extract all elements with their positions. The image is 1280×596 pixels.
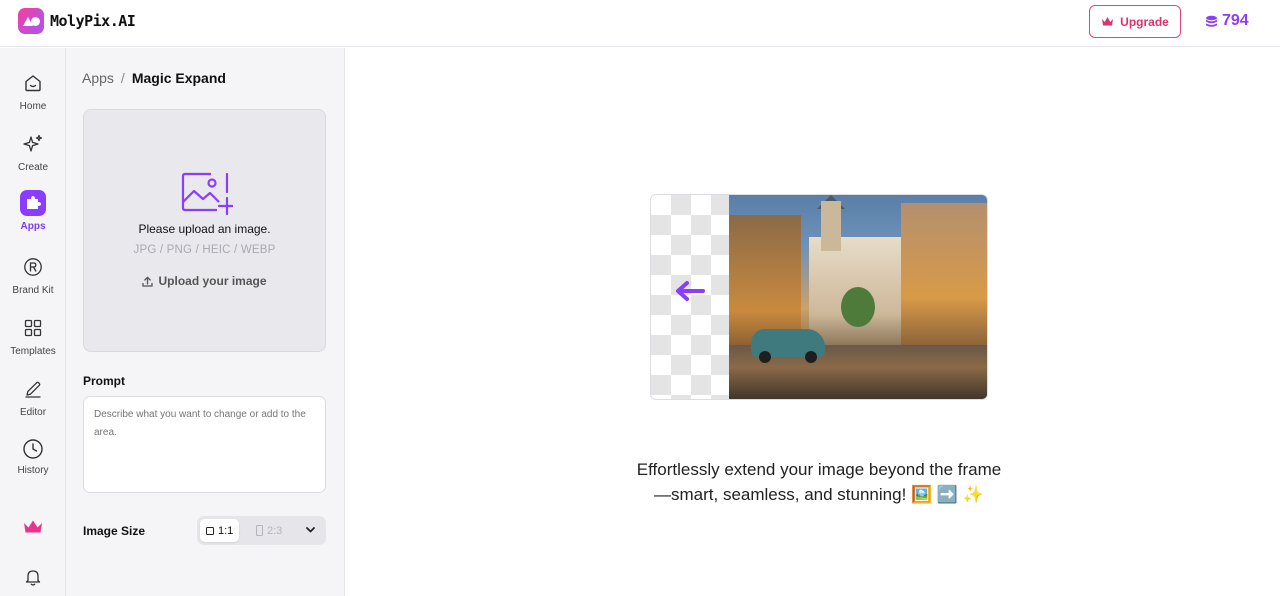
breadcrumb: Apps / Magic Expand [82,70,226,86]
image-size-selector[interactable]: 1:1 2:3 [197,516,326,545]
tool-panel: Apps / Magic Expand Please upload an ima… [66,48,345,596]
nav-editor[interactable]: Editor [0,376,66,418]
nav-home-label: Home [19,101,47,112]
nav-apps-label: Apps [20,221,46,232]
prompt-input[interactable] [83,396,326,493]
bell-icon [20,564,46,590]
sparkles-icon [20,131,46,157]
arrow-left-icon [676,281,705,301]
nav-editor-label: Editor [19,407,47,418]
nav-brand-kit-label: Brand Kit [12,285,54,296]
upload-dropzone[interactable]: Please upload an image. JPG / PNG / HEIC… [83,109,326,352]
credits-balance[interactable]: 794 [1205,12,1249,30]
example-preview-image [650,194,988,400]
nav-history-label: History [17,465,49,476]
portrait-rect-icon [256,525,263,536]
grid-icon [20,315,46,341]
size-option-2-3-label: 2:3 [267,524,283,537]
home-icon [20,70,46,96]
nav-notifications[interactable] [0,564,66,590]
upgrade-button[interactable]: Upgrade [1089,5,1181,38]
size-option-1-1[interactable]: 1:1 [200,519,240,542]
logo-mark-icon [18,8,44,34]
breadcrumb-separator: / [120,70,125,86]
crown-icon [1102,17,1114,26]
nav-create[interactable]: Create [0,131,66,173]
nav-create-label: Create [17,162,48,173]
upload-title: Please upload an image. [138,222,271,236]
brand-logo[interactable]: MolyPix.AI [18,8,136,34]
nav-apps[interactable]: Apps [0,190,66,232]
registered-icon [20,254,46,280]
upload-icon [142,276,154,287]
size-option-2-3[interactable]: 2:3 [250,519,288,542]
pencil-icon [20,376,46,402]
size-option-1-1-label: 1:1 [218,524,234,537]
image-add-icon [181,172,233,216]
crown-icon [20,514,46,540]
nav-templates-label: Templates [10,346,56,357]
upload-image-button[interactable]: Upload your image [84,274,325,288]
upload-link-label: Upload your image [158,274,267,288]
upgrade-label: Upgrade [1120,14,1169,29]
nav-home[interactable]: Home [0,70,66,112]
clock-icon [20,438,46,460]
credits-count: 794 [1222,12,1249,29]
coins-icon [1206,15,1217,27]
preview-area: Effortlessly extend your image beyond th… [346,48,1280,596]
brand-name: MolyPix.AI [50,12,136,30]
square-icon [206,526,214,535]
page-title: Magic Expand [131,70,226,86]
upload-formats: JPG / PNG / HEIC / WEBP [133,244,276,256]
nav-brand-kit[interactable]: Brand Kit [0,254,66,296]
puzzle-icon [20,190,46,216]
top-header: MolyPix.AI Upgrade 794 [0,0,1280,47]
image-size-label: Image Size [83,524,146,538]
street-scene-photo [729,195,987,399]
feature-description: Effortlessly extend your image beyond th… [636,460,1002,504]
nav-templates[interactable]: Templates [0,315,66,357]
nav-history[interactable]: History [0,438,66,476]
prompt-label: Prompt [83,374,125,388]
chevron-down-icon[interactable] [305,524,316,535]
breadcrumb-apps[interactable]: Apps [82,70,114,86]
nav-rail: Home Create Apps Brand Kit Templates Edi… [0,48,66,596]
nav-upgrade-crown[interactable] [0,514,66,540]
